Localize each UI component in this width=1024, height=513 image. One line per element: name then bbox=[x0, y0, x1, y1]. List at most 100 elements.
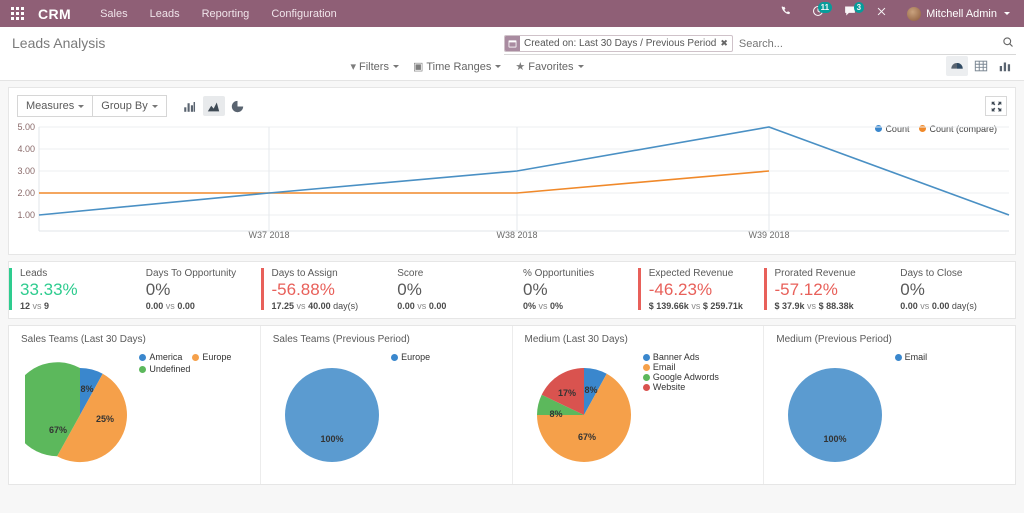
pie-legend: Email bbox=[895, 352, 1010, 362]
activity-clock-icon[interactable]: 11 bbox=[802, 0, 834, 27]
pie-slice-label: 100% bbox=[320, 434, 343, 444]
kpi-prorated-revenue[interactable]: Prorated Revenue -57.12% $ 37.9k vs $ 88… bbox=[764, 268, 890, 310]
kpi-days-to-assign[interactable]: Days to Assign -56.88% 17.25 vs 40.00 da… bbox=[261, 268, 387, 310]
pie-slice-label: 100% bbox=[824, 434, 847, 444]
kpi-comparison: 12 vs 9 bbox=[20, 301, 125, 311]
filters-dropdown[interactable]: ▾Filters bbox=[350, 60, 398, 73]
pie-chart-svg[interactable]: 100% bbox=[277, 360, 387, 470]
activity-count-badge: 11 bbox=[818, 2, 832, 13]
menu-item-sales[interactable]: Sales bbox=[89, 2, 139, 26]
search-bar: Created on: Last 30 Days / Previous Peri… bbox=[504, 35, 1016, 55]
kpi-days-to-close[interactable]: Days to Close 0% 0.00 vs 0.00 day(s) bbox=[889, 268, 1015, 310]
kpi-percent-opportunities[interactable]: % Opportunities 0% 0% vs 0% bbox=[512, 268, 638, 310]
calendar-icon: ▣ bbox=[413, 61, 423, 73]
kpi-value: 0% bbox=[523, 280, 628, 299]
kpi-comparison: 0% vs 0% bbox=[523, 301, 628, 311]
page-title: Leads Analysis bbox=[8, 35, 105, 51]
user-name: Mitchell Admin bbox=[926, 8, 997, 20]
pie-chart-svg[interactable]: 100% bbox=[780, 360, 890, 470]
pie-title: Medium (Last 30 Days) bbox=[513, 326, 764, 345]
user-menu[interactable]: Mitchell Admin bbox=[897, 7, 1016, 21]
menu-item-leads[interactable]: Leads bbox=[139, 2, 191, 26]
favorites-dropdown[interactable]: ★Favorites bbox=[515, 60, 583, 73]
graph-card: Measures Group By Count Count (compare bbox=[8, 87, 1016, 255]
star-icon: ★ bbox=[515, 61, 525, 73]
messages-icon[interactable]: 3 bbox=[834, 0, 866, 27]
svg-text:3.00: 3.00 bbox=[17, 166, 35, 176]
legend-item-google-adwords[interactable]: Google Adwords bbox=[643, 372, 758, 382]
legend-item-website[interactable]: Website bbox=[643, 382, 758, 392]
chevron-down-icon bbox=[578, 65, 584, 68]
pie-title: Sales Teams (Previous Period) bbox=[261, 326, 512, 345]
chevron-down-icon bbox=[1004, 12, 1010, 15]
apps-grid-icon bbox=[11, 7, 24, 20]
x-tick-w38: W38 2018 bbox=[496, 230, 537, 240]
kpi-title: Expected Revenue bbox=[649, 268, 754, 279]
pie-slice-label: 25% bbox=[96, 414, 114, 424]
legend-item-banner-ads[interactable]: Banner Ads bbox=[643, 352, 758, 362]
pie-title: Medium (Previous Period) bbox=[764, 326, 1015, 345]
filter-funnel-icon: ▾ bbox=[350, 61, 356, 73]
bar-chart-type-button[interactable] bbox=[179, 96, 201, 116]
pie-slice-label: 17% bbox=[557, 388, 575, 398]
kpi-comparison: 0.00 vs 0.00 bbox=[397, 301, 502, 311]
kpi-comparison: $ 139.66k vs $ 259.71k bbox=[649, 301, 754, 311]
kpi-title: Days to Assign bbox=[272, 268, 377, 279]
legend-item-email[interactable]: Email bbox=[895, 352, 928, 362]
line-chart-type-button[interactable] bbox=[203, 96, 225, 116]
svg-text:4.00: 4.00 bbox=[17, 144, 35, 154]
legend-item-europe[interactable]: Europe bbox=[192, 352, 231, 362]
search-icon[interactable] bbox=[1002, 36, 1016, 51]
kpi-value: -46.23% bbox=[649, 280, 754, 299]
kpi-title: Prorated Revenue bbox=[775, 268, 880, 279]
shortcuts-icon[interactable] bbox=[866, 0, 897, 27]
pie-chart-type-button[interactable] bbox=[227, 96, 249, 116]
kpi-title: Days to Close bbox=[900, 268, 1005, 279]
pie-slice-label: 67% bbox=[49, 425, 67, 435]
chart-type-switcher bbox=[179, 96, 249, 116]
pie-sales-teams-last-30-days: Sales Teams (Last 30 Days) America Europ… bbox=[9, 326, 261, 484]
dashboard-view-button[interactable] bbox=[946, 56, 968, 76]
menu-item-configuration[interactable]: Configuration bbox=[260, 2, 347, 26]
remove-facet-icon[interactable]: ✖ bbox=[720, 38, 732, 49]
main-menu: Sales Leads Reporting Configuration bbox=[89, 2, 348, 26]
pie-medium-last-30-days: Medium (Last 30 Days) Banner Ads Email G… bbox=[513, 326, 765, 484]
legend-item-undefined[interactable]: Undefined bbox=[139, 364, 190, 374]
kpi-expected-revenue[interactable]: Expected Revenue -46.23% $ 139.66k vs $ … bbox=[638, 268, 764, 310]
group-by-button[interactable]: Group By bbox=[93, 95, 166, 117]
view-switcher bbox=[926, 56, 1016, 76]
pie-chart-svg[interactable]: 8% 67% 8% 17% bbox=[529, 360, 639, 470]
measures-button[interactable]: Measures bbox=[17, 95, 93, 117]
search-facet-created-on[interactable]: Created on: Last 30 Days / Previous Peri… bbox=[504, 35, 733, 52]
time-ranges-dropdown[interactable]: ▣Time Ranges bbox=[413, 60, 501, 73]
line-plot: 5.00 4.00 3.00 2.00 1.00 W37 2018 W38 20… bbox=[9, 119, 1015, 237]
search-input[interactable] bbox=[733, 38, 1002, 50]
graph-view-button[interactable] bbox=[994, 56, 1016, 76]
chevron-down-icon bbox=[495, 65, 501, 68]
messages-count-badge: 3 bbox=[854, 2, 864, 13]
list-view-button[interactable] bbox=[970, 56, 992, 76]
apps-menu-button[interactable] bbox=[0, 0, 34, 27]
legend-item-europe[interactable]: Europe bbox=[391, 352, 430, 362]
dashboard-content: Measures Group By Count Count (compare bbox=[0, 81, 1024, 485]
pie-slice-label: 67% bbox=[577, 432, 595, 442]
kpi-leads[interactable]: Leads 33.33% 12 vs 9 bbox=[9, 268, 135, 310]
kpi-comparison: 17.25 vs 40.00 day(s) bbox=[272, 301, 377, 311]
expand-icon[interactable] bbox=[985, 96, 1007, 116]
search-facet-label: Created on: Last 30 Days / Previous Peri… bbox=[520, 38, 720, 49]
menu-item-reporting[interactable]: Reporting bbox=[191, 2, 261, 26]
kpi-value: 0% bbox=[146, 280, 251, 299]
kpi-days-to-opportunity[interactable]: Days To Opportunity 0% 0.00 vs 0.00 bbox=[135, 268, 261, 310]
calendar-icon bbox=[505, 36, 520, 51]
legend-item-america[interactable]: America bbox=[139, 352, 182, 362]
app-brand[interactable]: CRM bbox=[34, 6, 89, 22]
pie-slice-label: 8% bbox=[584, 385, 597, 395]
pie-band: Sales Teams (Last 30 Days) America Europ… bbox=[8, 325, 1016, 485]
top-navbar: CRM Sales Leads Reporting Configuration … bbox=[0, 0, 1024, 27]
x-axis-labels: W37 2018 W38 2018 W39 2018 bbox=[9, 227, 1015, 243]
kpi-score[interactable]: Score 0% 0.00 vs 0.00 bbox=[386, 268, 512, 310]
pie-chart-svg[interactable]: 8% 25% 67% bbox=[25, 360, 135, 470]
graph-dropdowns: Measures Group By bbox=[17, 95, 167, 117]
phone-icon[interactable] bbox=[771, 0, 802, 27]
legend-item-email[interactable]: Email bbox=[643, 362, 758, 372]
